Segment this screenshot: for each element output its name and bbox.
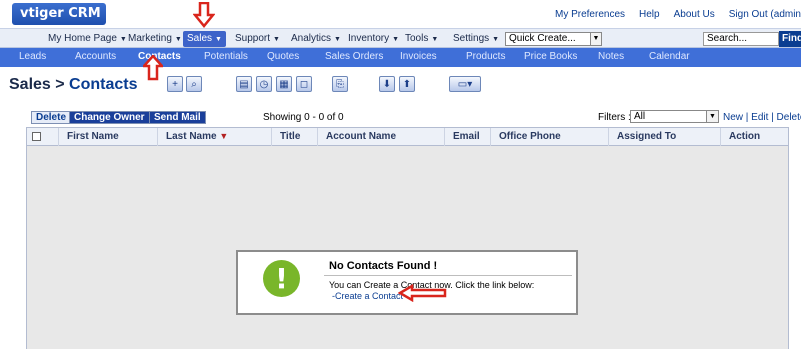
sub-tab-bar: Leads Accounts Contacts Potentials Quote… xyxy=(0,48,801,67)
chevron-down-icon: ▼ xyxy=(590,32,602,46)
quick-create-select[interactable]: Quick Create... ▼ xyxy=(505,32,602,46)
subtab-leads[interactable]: Leads xyxy=(19,51,46,62)
subtab-accounts[interactable]: Accounts xyxy=(75,51,116,62)
column-first-name[interactable]: First Name xyxy=(59,128,158,146)
module-bar: My Home Page ▼ Marketing ▼ Sales ▼ Support ▼… xyxy=(0,28,801,48)
clock-icon[interactable]: ◷ xyxy=(256,76,272,92)
tab-sales[interactable]: Sales ▼ xyxy=(183,31,226,47)
add-icon[interactable]: + xyxy=(167,76,183,92)
arrow-up-annotation-icon xyxy=(143,55,163,81)
arrow-down-annotation-icon xyxy=(193,2,215,28)
filter-select[interactable]: All ▼ xyxy=(630,110,719,123)
view-links[interactable]: New | Edit | Delete xyxy=(723,112,801,123)
subtab-notes[interactable]: Notes xyxy=(598,51,624,62)
column-assigned-to[interactable]: Assigned To xyxy=(609,128,721,146)
column-email[interactable]: Email xyxy=(445,128,491,146)
chevron-down-icon: ▼ xyxy=(706,111,718,122)
exclamation-icon: ! xyxy=(263,260,300,297)
select-all-cell xyxy=(27,128,59,146)
column-office-phone[interactable]: Office Phone xyxy=(491,128,609,146)
tab-my-home-page[interactable]: My Home Page ▼ xyxy=(44,31,131,47)
subtab-products[interactable]: Products xyxy=(466,51,505,62)
page-title: Sales > Contacts xyxy=(9,76,138,93)
tab-inventory[interactable]: Inventory ▼ xyxy=(344,31,403,47)
contacts-table: First Name Last Name ▼ Title Account Nam… xyxy=(26,127,789,349)
calculator-icon[interactable]: ▦ xyxy=(276,76,292,92)
subtab-quotes[interactable]: Quotes xyxy=(267,51,299,62)
subtab-invoices[interactable]: Invoices xyxy=(400,51,437,62)
empty-state-dialog: ! No Contacts Found ! You can Create a C… xyxy=(236,250,578,315)
view-options-icon[interactable]: ▭▾ xyxy=(449,76,481,92)
about-us-link[interactable]: About Us xyxy=(674,9,715,20)
send-mail-button[interactable]: Send Mail xyxy=(149,111,206,124)
top-bar: vtiger CRM 5 My Preferences Help About U… xyxy=(0,0,801,43)
tab-marketing[interactable]: Marketing ▼ xyxy=(124,31,186,47)
my-preferences-link[interactable]: My Preferences xyxy=(555,9,625,20)
chat-icon[interactable]: ◻ xyxy=(296,76,312,92)
divider xyxy=(324,275,572,276)
select-all-checkbox[interactable] xyxy=(32,132,41,141)
tab-analytics[interactable]: Analytics ▼ xyxy=(287,31,345,47)
export-up-icon[interactable]: ⬆ xyxy=(399,76,415,92)
import-icon[interactable]: ⎘ xyxy=(332,76,348,92)
column-title[interactable]: Title xyxy=(272,128,318,146)
search-icon[interactable]: ⌕ xyxy=(186,76,202,92)
search-input[interactable]: Search... xyxy=(703,32,779,46)
tab-support[interactable]: Support ▼ xyxy=(231,31,284,47)
arrow-left-annotation-icon xyxy=(398,284,447,302)
delete-button[interactable]: Delete xyxy=(31,111,72,124)
tab-tools[interactable]: Tools ▼ xyxy=(401,31,442,47)
sort-desc-icon: ▼ xyxy=(219,131,229,141)
calendar-icon[interactable]: ▤ xyxy=(236,76,252,92)
breadcrumb-module[interactable]: Sales xyxy=(9,76,51,93)
subtab-potentials[interactable]: Potentials xyxy=(204,51,248,62)
filters-label: Filters : xyxy=(598,112,631,123)
column-action: Action xyxy=(729,131,761,142)
create-contact-link[interactable]: -Create a Contact xyxy=(332,291,403,301)
subtab-sales-orders[interactable]: Sales Orders xyxy=(325,51,383,62)
sign-out-link[interactable]: Sign Out (admin xyxy=(729,9,801,20)
tab-settings[interactable]: Settings ▼ xyxy=(449,31,503,47)
subtab-price-books[interactable]: Price Books xyxy=(524,51,577,62)
breadcrumb-current[interactable]: Contacts xyxy=(69,76,137,93)
export-down-icon[interactable]: ⬇ xyxy=(379,76,395,92)
help-link[interactable]: Help xyxy=(639,9,660,20)
table-body xyxy=(27,146,788,349)
subtab-calendar[interactable]: Calendar xyxy=(649,51,690,62)
top-links: My Preferences Help About Us Sign Out (a… xyxy=(555,9,801,20)
find-button[interactable]: Find xyxy=(779,31,801,47)
change-owner-button[interactable]: Change Owner xyxy=(69,111,150,124)
vtiger-logo[interactable]: vtiger CRM 5 xyxy=(12,3,106,43)
empty-title: No Contacts Found ! xyxy=(329,260,438,272)
table-header: First Name Last Name ▼ Title Account Nam… xyxy=(27,128,788,146)
record-count: Showing 0 - 0 of 0 xyxy=(263,112,344,123)
column-account-name[interactable]: Account Name xyxy=(318,128,445,146)
column-last-name[interactable]: Last Name ▼ xyxy=(158,128,272,146)
